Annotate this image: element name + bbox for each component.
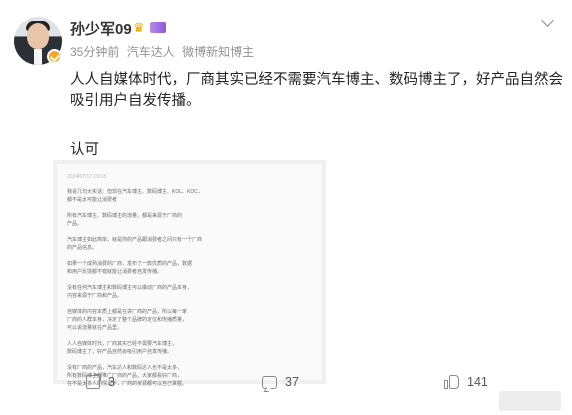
attached-image[interactable]: 2024/07/17 19:03 我说几句大实话：但现在汽车博主、数码博主、KO… xyxy=(53,160,326,387)
level-badge-icon xyxy=(150,22,166,33)
user-title: 微博新知博主 xyxy=(182,45,255,59)
post-meta: 35分钟前 汽车达人 微博新知博主 xyxy=(70,43,258,60)
document-page: 2024/07/17 19:03 我说几句大实话：但现在汽车博主、数码博主、KO… xyxy=(57,164,322,387)
user-tag: 汽车达人 xyxy=(126,45,175,59)
like-icon xyxy=(444,375,459,389)
post-time[interactable]: 35分钟前 xyxy=(70,45,119,59)
like-count: 141 xyxy=(467,375,488,389)
like-button[interactable]: 141 xyxy=(444,375,488,389)
comment-button[interactable]: 37 xyxy=(262,375,299,389)
chevron-down-icon[interactable] xyxy=(540,16,558,28)
verified-badge-icon xyxy=(47,49,62,64)
comment-count: 37 xyxy=(285,375,299,389)
avatar-shirt xyxy=(34,49,42,65)
post-text: 人人自媒体时代，厂商其实已经不需要汽车博主、数码博主了，好产品自然会吸引用户自发… xyxy=(70,72,563,109)
share-count: 3 xyxy=(108,375,115,389)
share-button[interactable]: 3 xyxy=(86,374,115,389)
document-text: 我说几句大实话：但现在汽车博主、数码博主、KOL、KOC， 都不是太可能让消费者… xyxy=(67,189,203,387)
watermark-block xyxy=(499,391,561,411)
share-icon xyxy=(86,374,101,389)
document-header: 2024/07/17 19:03 xyxy=(67,174,106,180)
action-toolbar: 3 37 141 xyxy=(0,368,572,398)
avatar-face xyxy=(27,23,49,49)
username[interactable]: 孙少军09 xyxy=(70,18,132,39)
post-ack: 认可 xyxy=(70,142,99,158)
comment-icon xyxy=(262,375,277,389)
crown-icon: ♛ xyxy=(133,20,145,35)
